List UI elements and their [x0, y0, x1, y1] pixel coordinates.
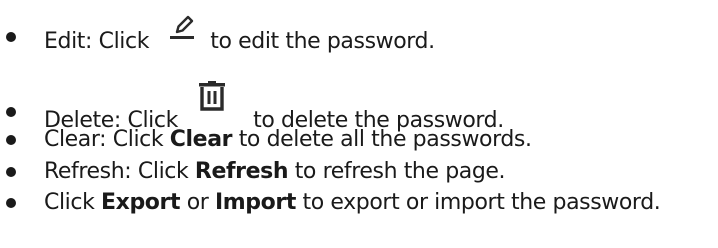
item-post-text: to export or import the password. [302, 190, 661, 215]
trash-delete-icon[interactable] [198, 81, 225, 111]
refresh-button-label: Refresh [194, 159, 289, 184]
item-post-text: to edit the password. [210, 29, 435, 54]
item-mid-text: or [186, 190, 209, 215]
bullet [6, 32, 16, 42]
bullet [6, 167, 16, 177]
export-button-label: Export [101, 190, 181, 215]
item-pre-text: Click [112, 127, 164, 152]
item-pre-text: Click [137, 159, 189, 184]
item-pre-text: Click [98, 29, 150, 54]
clear-button-label: Clear [169, 127, 233, 152]
item-post-text: to refresh the page. [294, 159, 506, 184]
bullet [6, 107, 16, 117]
item-post-text: to delete all the passwords. [238, 127, 532, 152]
item-label: Edit: [44, 29, 93, 54]
import-button-label: Import [215, 190, 296, 215]
pencil-edit-icon[interactable] [168, 14, 196, 40]
item-pre-text: Click [44, 190, 95, 215]
bullet [6, 135, 16, 145]
bullet [6, 198, 16, 208]
item-label: Clear: [44, 127, 107, 152]
item-label: Refresh: [44, 159, 132, 184]
